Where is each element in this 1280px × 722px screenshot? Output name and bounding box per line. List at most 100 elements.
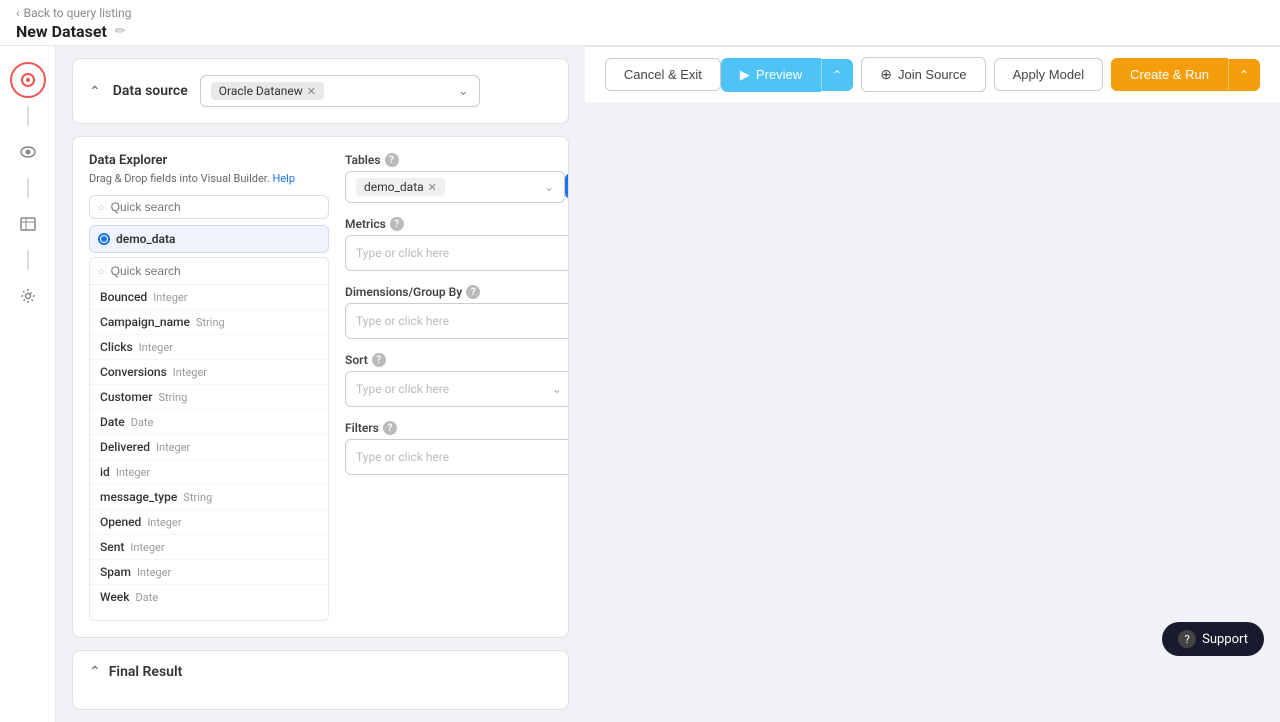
back-arrow-icon: ‹ bbox=[16, 6, 20, 20]
create-run-button[interactable]: Create & Run bbox=[1111, 58, 1228, 91]
explorer-search-top[interactable]: ○ bbox=[89, 195, 329, 219]
field-item[interactable]: DateDate bbox=[90, 410, 328, 435]
final-result-header: ⌃ Final Result bbox=[89, 663, 552, 680]
query-panel: Tables ? demo_data ✕ ⌄ bbox=[345, 153, 569, 621]
sort-help-icon[interactable]: ? bbox=[372, 353, 386, 367]
metrics-selector[interactable]: Type or click here ⌄ bbox=[345, 235, 569, 271]
back-link-label: Back to query listing bbox=[24, 6, 132, 20]
search-icon-top: ○ bbox=[98, 201, 105, 214]
table-name-label: demo_data bbox=[116, 232, 175, 246]
metrics-form-row: Metrics ? Type or click here ⌄ bbox=[345, 217, 569, 271]
final-result-collapse-btn[interactable]: ⌃ bbox=[89, 663, 101, 680]
datasource-row: ⌃ Data source Oracle Datanew ✕ ⌄ bbox=[89, 75, 552, 107]
sort-placeholder: Type or click here bbox=[356, 382, 552, 396]
field-item[interactable]: OpenedInteger bbox=[90, 510, 328, 535]
field-item[interactable]: ConversionsInteger bbox=[90, 360, 328, 385]
datasource-chevron-icon: ⌄ bbox=[458, 84, 469, 99]
sort-limit-row: Sort ? Type or click here ⌄ Limit bbox=[345, 353, 569, 407]
preview-label: Preview bbox=[756, 67, 802, 82]
title-edit-icon[interactable]: ✏ bbox=[115, 24, 126, 39]
field-item[interactable]: SpamInteger bbox=[90, 560, 328, 585]
tables-chevron-icon: ⌄ bbox=[544, 180, 554, 194]
tables-help-icon[interactable]: ? bbox=[385, 153, 399, 167]
field-item[interactable]: ClicksInteger bbox=[90, 335, 328, 360]
filters-selector[interactable]: Type or click here ⌄ bbox=[345, 439, 569, 475]
tables-tag-remove-btn[interactable]: ✕ bbox=[428, 181, 437, 194]
app-layout: ⌃ Data source Oracle Datanew ✕ ⌄ Data Ex… bbox=[0, 46, 1280, 722]
metrics-placeholder: Type or click here bbox=[356, 246, 569, 260]
page-title-row: New Dataset ✏ bbox=[16, 22, 1264, 41]
field-item[interactable]: message_typeString bbox=[90, 485, 328, 510]
bottom-bar: Cancel & Exit ▶ Preview ⌃ ⊕ Join Source … bbox=[585, 46, 1280, 102]
dimensions-selector[interactable]: Type or click here ⌄ bbox=[345, 303, 569, 339]
sort-form-col: Sort ? Type or click here ⌄ bbox=[345, 353, 569, 407]
explorer-panel: Data Explorer Drag & Drop fields into Vi… bbox=[89, 153, 329, 621]
main-content: ⌃ Data source Oracle Datanew ✕ ⌄ Data Ex… bbox=[56, 46, 585, 722]
dimensions-help-icon[interactable]: ? bbox=[466, 285, 480, 299]
action-buttons-group: ▶ Preview ⌃ ⊕ Join Source Apply Model Cr… bbox=[721, 57, 1260, 92]
fields-list: ○ BouncedIntegerCampaign_nameStringClick… bbox=[89, 257, 329, 621]
field-item[interactable]: idInteger bbox=[90, 460, 328, 485]
connector-3 bbox=[27, 250, 29, 270]
preview-split-btn: ▶ Preview ⌃ bbox=[721, 58, 853, 92]
support-circle-icon: ? bbox=[1178, 630, 1196, 648]
sort-chevron-icon: ⌄ bbox=[552, 382, 562, 396]
dimensions-placeholder: Type or click here bbox=[356, 314, 569, 328]
plus-icon-join: ⊕ bbox=[880, 66, 892, 83]
tables-selector[interactable]: demo_data ✕ ⌄ bbox=[345, 171, 565, 203]
field-item[interactable]: SentInteger bbox=[90, 535, 328, 560]
sidebar-icons bbox=[0, 46, 56, 722]
fields-search-input[interactable] bbox=[111, 264, 320, 278]
field-item[interactable]: WeekDate bbox=[90, 585, 328, 609]
top-header: ‹ Back to query listing New Dataset ✏ bbox=[0, 0, 1280, 46]
field-item[interactable]: Campaign_nameString bbox=[90, 310, 328, 335]
metrics-help-icon[interactable]: ? bbox=[390, 217, 404, 231]
field-item[interactable]: DeliveredInteger bbox=[90, 435, 328, 460]
field-item[interactable]: BouncedInteger bbox=[90, 285, 328, 310]
preview-button[interactable]: ▶ Preview bbox=[721, 58, 821, 92]
builder-layout: Data Explorer Drag & Drop fields into Vi… bbox=[89, 153, 552, 621]
view-visual-btn[interactable]: Visual bbox=[565, 173, 569, 199]
filters-label: Filters ? bbox=[345, 421, 569, 435]
create-run-label: Create & Run bbox=[1130, 67, 1209, 82]
sort-label: Sort ? bbox=[345, 353, 569, 367]
fields-search-wrap[interactable]: ○ bbox=[90, 258, 328, 285]
join-source-label: Join Source bbox=[898, 67, 967, 82]
search-icon-fields: ○ bbox=[98, 265, 105, 278]
explorer-search-input-top[interactable] bbox=[111, 200, 320, 214]
explorer-help-link[interactable]: Help bbox=[272, 172, 295, 185]
table-item-demo-data[interactable]: demo_data bbox=[89, 225, 329, 253]
builder-card: Data Explorer Drag & Drop fields into Vi… bbox=[72, 136, 569, 638]
sidebar-icon-preview[interactable] bbox=[10, 134, 46, 170]
datasource-name: Oracle Datanew bbox=[219, 84, 303, 98]
support-label: Support bbox=[1202, 632, 1248, 647]
filters-help-icon[interactable]: ? bbox=[383, 421, 397, 435]
sidebar-icon-database[interactable] bbox=[10, 62, 46, 98]
join-source-button[interactable]: ⊕ Join Source bbox=[861, 57, 985, 92]
create-run-caret-btn[interactable]: ⌃ bbox=[1228, 59, 1260, 91]
explorer-help: Drag & Drop fields into Visual Builder. … bbox=[89, 172, 329, 185]
dimensions-label: Dimensions/Group By ? bbox=[345, 285, 569, 299]
tables-tag-name: demo_data bbox=[364, 180, 424, 194]
datasource-collapse-btn[interactable]: ⌃ bbox=[89, 83, 101, 100]
datasource-remove-btn[interactable]: ✕ bbox=[307, 85, 316, 98]
play-icon: ▶ bbox=[740, 67, 750, 83]
final-result-card: ⌃ Final Result bbox=[72, 650, 569, 710]
back-link[interactable]: ‹ Back to query listing bbox=[16, 6, 1264, 20]
datasource-section-title: Data source bbox=[113, 83, 188, 99]
support-button[interactable]: ? Support bbox=[1162, 622, 1264, 656]
cancel-exit-button[interactable]: Cancel & Exit bbox=[605, 58, 721, 91]
field-item[interactable]: CustomerString bbox=[90, 385, 328, 410]
sort-selector[interactable]: Type or click here ⌄ bbox=[345, 371, 569, 407]
final-result-title: Final Result bbox=[109, 664, 183, 680]
datasource-card: ⌃ Data source Oracle Datanew ✕ ⌄ bbox=[72, 58, 569, 124]
table-radio-demo-data bbox=[98, 233, 110, 245]
preview-caret-btn[interactable]: ⌃ bbox=[821, 59, 853, 91]
apply-model-button[interactable]: Apply Model bbox=[994, 58, 1104, 91]
sidebar-icon-table[interactable] bbox=[10, 206, 46, 242]
datasource-selector[interactable]: Oracle Datanew ✕ ⌄ bbox=[200, 75, 480, 107]
sidebar-icon-settings[interactable] bbox=[10, 278, 46, 314]
explorer-title: Data Explorer bbox=[89, 153, 329, 168]
query-top-row: Tables ? demo_data ✕ ⌄ bbox=[345, 153, 569, 203]
apply-model-label: Apply Model bbox=[1013, 67, 1085, 82]
